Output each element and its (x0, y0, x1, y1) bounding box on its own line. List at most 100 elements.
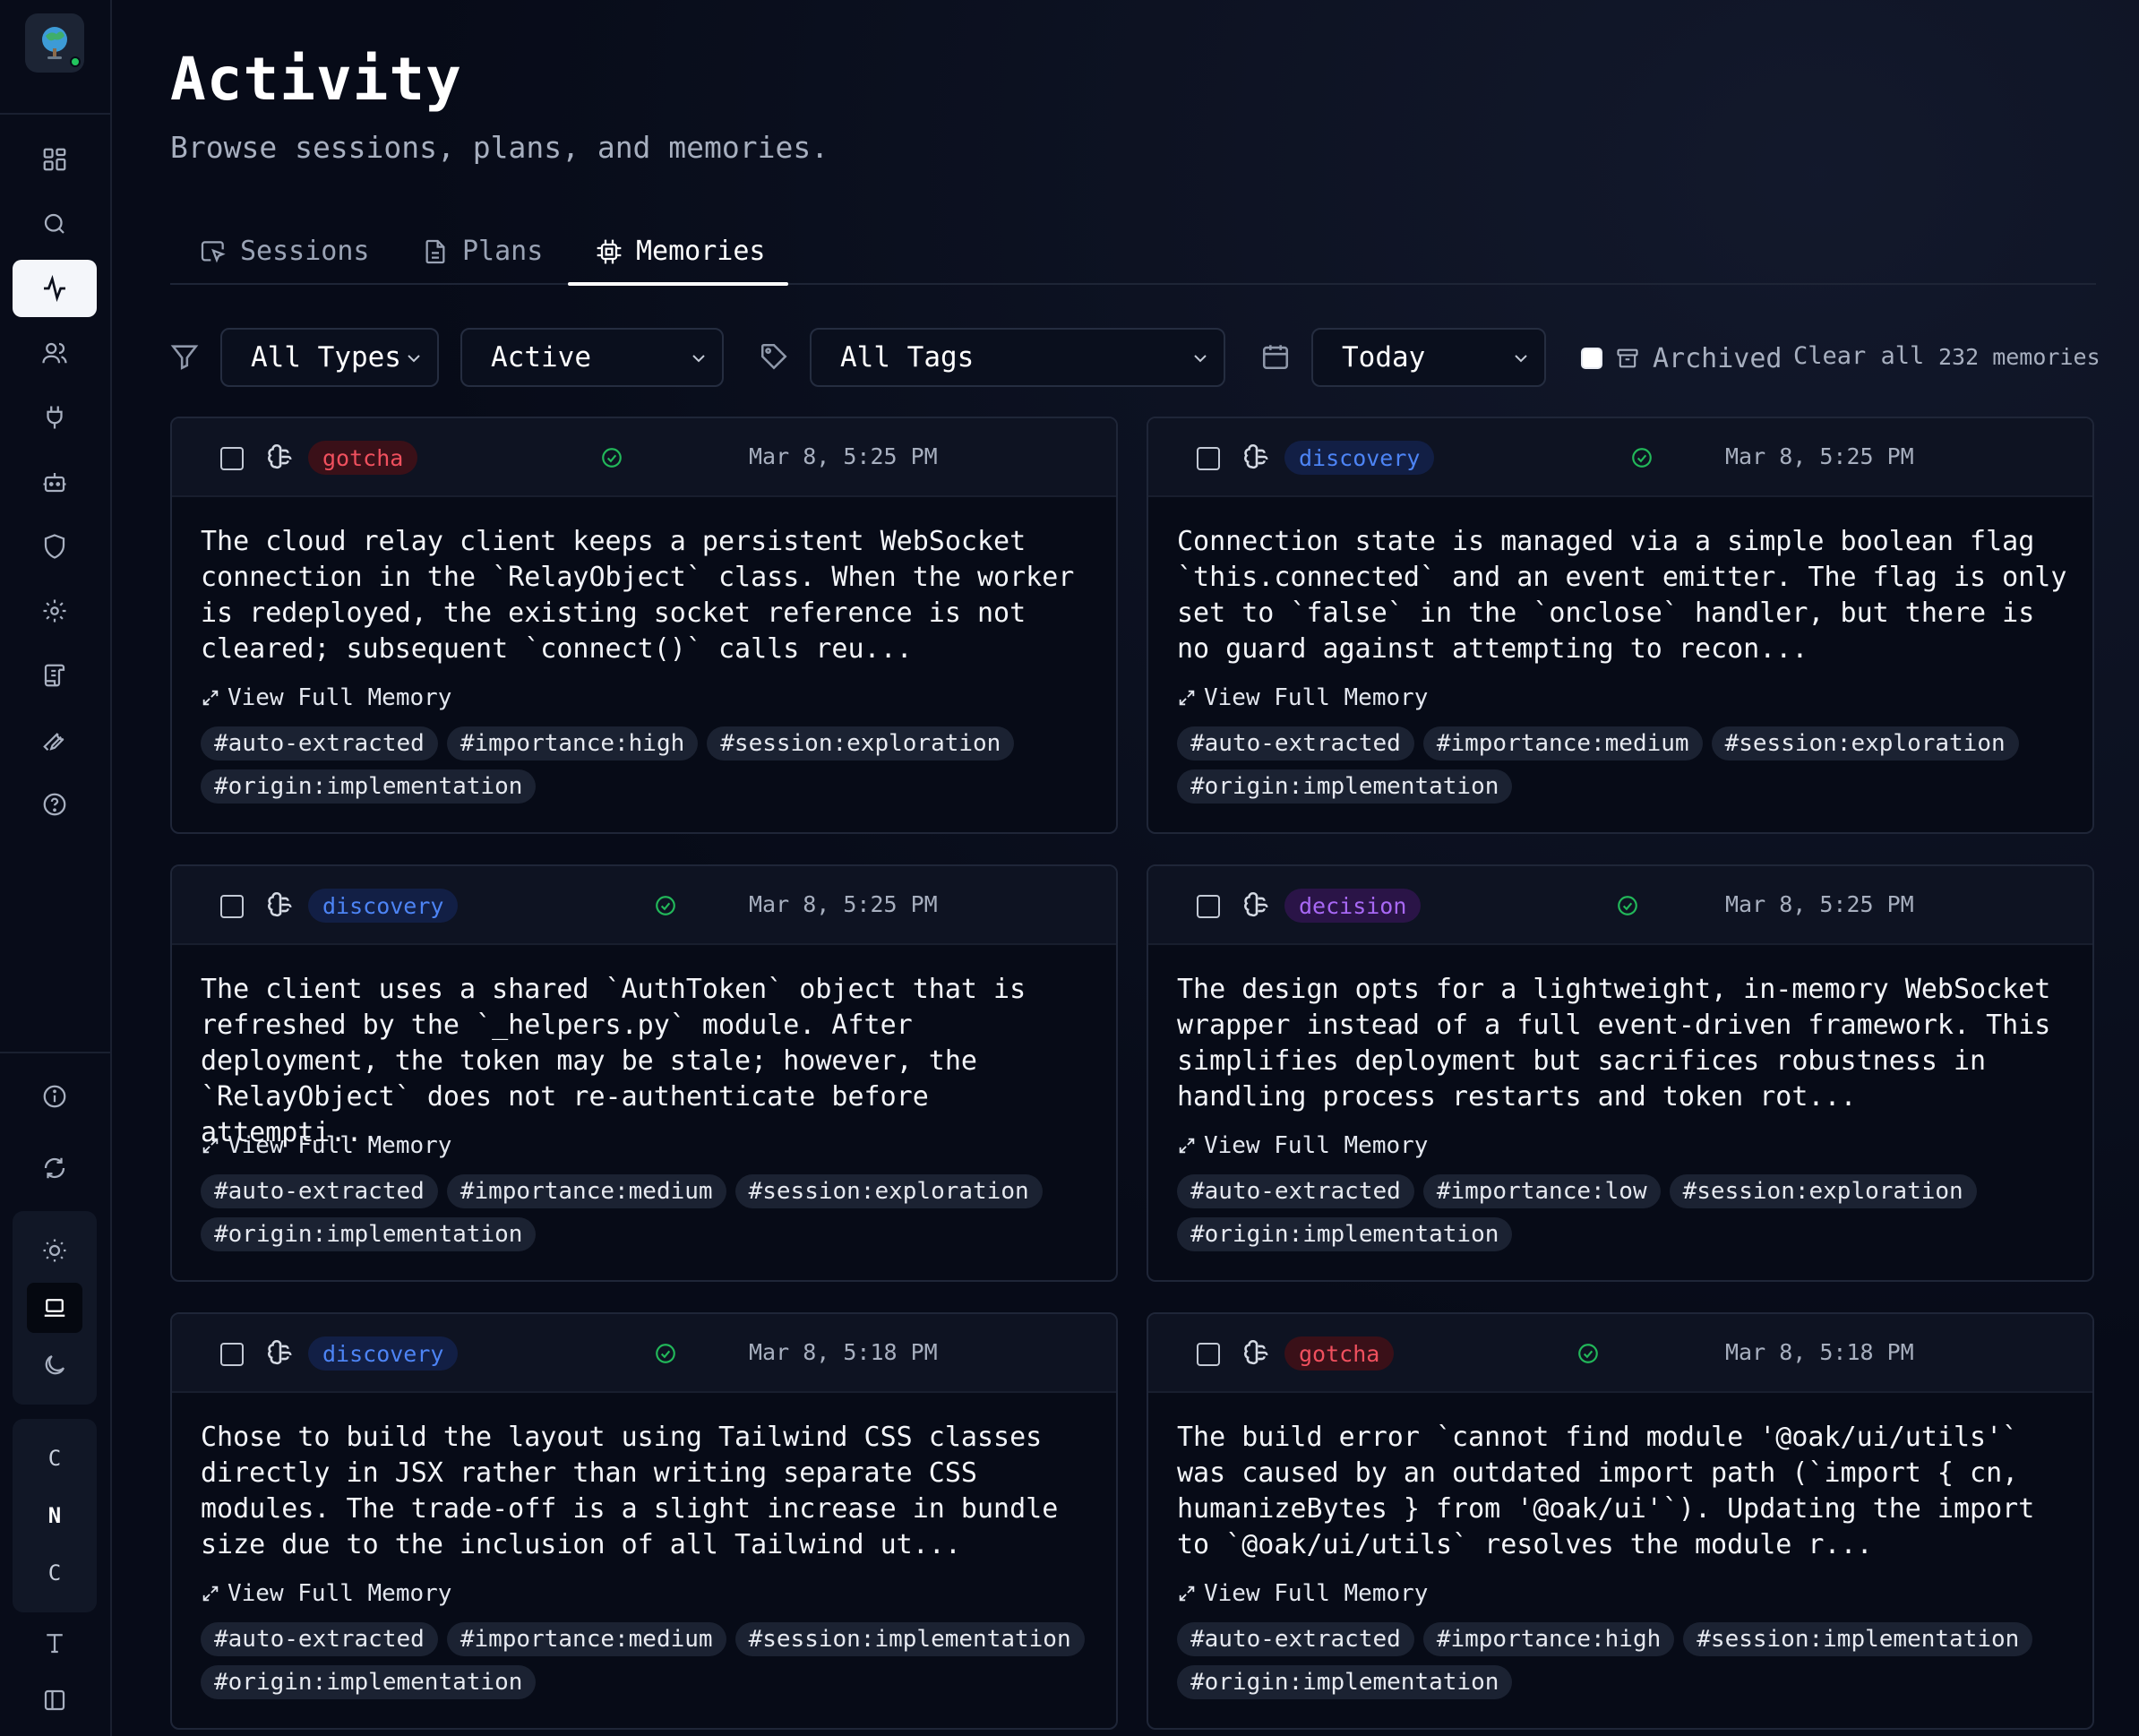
status-select[interactable]: Active (460, 328, 724, 387)
tab-sessions[interactable]: Sessions (199, 218, 370, 285)
archived-checkbox[interactable] (1581, 348, 1602, 369)
sidebar-item-info[interactable] (13, 1068, 97, 1125)
sidebar-item-logs[interactable] (13, 647, 97, 704)
select-checkbox[interactable] (1197, 1343, 1220, 1366)
font-option-2[interactable]: N (13, 1494, 97, 1537)
view-full-memory-link[interactable]: View Full Memory (201, 1580, 451, 1607)
tag-chip[interactable]: #session:exploration (734, 1174, 1043, 1208)
sidebar-item-settings[interactable] (13, 582, 97, 640)
memory-date: Mar 8, 5:25 PM (1725, 443, 1914, 469)
tag-chip[interactable]: #importance:low (1422, 1174, 1661, 1208)
memory-card[interactable]: discovery Mar 8, 5:18 PM Chose to build … (170, 1312, 1118, 1730)
globe-tree-icon (42, 27, 67, 59)
tag-chip[interactable]: #session:implementation (1683, 1622, 2033, 1656)
memory-date: Mar 8, 5:18 PM (749, 1339, 938, 1365)
tags-select[interactable]: All Tags (810, 328, 1225, 387)
sidebar-item-search[interactable] (13, 195, 97, 253)
date-select[interactable]: Today (1311, 328, 1546, 387)
archived-toggle[interactable]: Archived (1581, 340, 1782, 376)
sidebar-item-plugins[interactable] (13, 389, 97, 446)
select-checkbox[interactable] (1197, 447, 1220, 470)
tag-chip[interactable]: #session:exploration (1669, 1174, 1977, 1208)
memory-excerpt: The build error `cannot find module '@oa… (1177, 1422, 2035, 1560)
tag-chip[interactable]: #importance:medium (1422, 726, 1703, 761)
search-icon (44, 213, 64, 234)
tag-chip[interactable]: #importance:medium (446, 1174, 726, 1208)
tag-chip[interactable]: #importance:medium (446, 1622, 726, 1656)
expand-arrows-icon (202, 690, 219, 706)
help-circle-icon (43, 793, 66, 816)
select-checkbox[interactable] (1197, 895, 1220, 918)
sidebar-item-security[interactable] (13, 518, 97, 575)
view-full-memory-link[interactable]: View Full Memory (1177, 1132, 1428, 1159)
tag-chip[interactable]: #auto-extracted (1177, 726, 1414, 761)
memory-tags: #auto-extracted #importance:low #session:e… (1177, 1174, 2073, 1251)
app-logo[interactable] (25, 13, 84, 73)
sidebar-item-refresh[interactable] (13, 1139, 97, 1197)
gear-icon (43, 599, 66, 623)
memory-type-badge: discovery (308, 1336, 459, 1371)
brain-icon (268, 1339, 292, 1365)
filter-icon (168, 340, 201, 373)
font-option-3[interactable]: C (13, 1551, 97, 1594)
sidebar-item-agents[interactable] (13, 453, 97, 511)
tag-chip[interactable]: #session:implementation (734, 1622, 1085, 1656)
tag-chip[interactable]: #importance:high (1422, 1622, 1675, 1656)
dark-theme-button[interactable] (27, 1340, 82, 1390)
tab-memories[interactable]: Memories (595, 218, 766, 285)
toggle-sidebar-button[interactable] (13, 1672, 97, 1729)
chevron-down-icon (1515, 355, 1527, 363)
tag-chip[interactable]: #origin:implementation (1177, 1217, 1513, 1251)
cursor-window-icon (201, 240, 226, 262)
tag-chip[interactable]: #auto-extracted (201, 1174, 438, 1208)
memory-tags: #auto-extracted #importance:high #session:… (1177, 1622, 2073, 1699)
text-size-button[interactable] (13, 1614, 97, 1672)
tag-chip[interactable]: #auto-extracted (201, 726, 438, 761)
font-option-1[interactable]: C (13, 1437, 97, 1480)
tag-chip[interactable]: #auto-extracted (201, 1622, 438, 1656)
tag-chip[interactable]: #auto-extracted (1177, 1174, 1414, 1208)
memory-card[interactable]: gotcha Mar 8, 5:18 PM The build error `c… (1147, 1312, 2094, 1730)
tab-plans-label: Plans (462, 236, 544, 267)
memory-card[interactable]: gotcha Mar 8, 5:25 PM The cloud relay cl… (170, 417, 1118, 834)
select-checkbox[interactable] (220, 895, 244, 918)
memory-card[interactable]: decision Mar 8, 5:25 PM The design opts … (1147, 864, 2094, 1282)
memory-type-badge: discovery (308, 889, 459, 923)
brain-icon (1244, 443, 1268, 469)
system-theme-button[interactable] (27, 1283, 82, 1333)
plug-icon (47, 406, 63, 429)
sidebar-item-dashboard[interactable] (13, 131, 97, 188)
select-checkbox[interactable] (220, 1343, 244, 1366)
sidebar-item-help[interactable] (13, 776, 97, 833)
calendar-icon (1259, 340, 1292, 373)
tag-chip[interactable]: #origin:implementation (201, 1665, 537, 1699)
view-full-memory-link[interactable]: View Full Memory (201, 684, 451, 711)
view-full-memory-link[interactable]: View Full Memory (1177, 1580, 1428, 1607)
tag-chip[interactable]: #origin:implementation (1177, 1665, 1513, 1699)
tag-chip[interactable]: #origin:implementation (201, 769, 537, 804)
view-full-memory-link[interactable]: View Full Memory (1177, 684, 1428, 711)
brain-icon (268, 443, 292, 469)
tag-chip[interactable]: #importance:high (446, 726, 699, 761)
view-full-memory-link[interactable]: View Full Memory (201, 1132, 451, 1159)
select-checkbox[interactable] (220, 447, 244, 470)
expand-arrows-icon (202, 1586, 219, 1602)
light-theme-button[interactable] (27, 1225, 82, 1276)
memory-excerpt: The client uses a shared `AuthToken` obj… (201, 974, 1027, 1148)
sidebar-item-tools[interactable] (13, 711, 97, 769)
laptop-icon (44, 1299, 65, 1317)
clear-all-button[interactable]: Clear all (1793, 342, 1924, 370)
tag-chip[interactable]: #origin:implementation (1177, 769, 1513, 804)
memory-card[interactable]: discovery Mar 8, 5:25 PM Connection stat… (1147, 417, 2094, 834)
memory-tags: #auto-extracted #importance:medium #sessio… (201, 1622, 1096, 1699)
tag-chip[interactable]: #auto-extracted (1177, 1622, 1414, 1656)
tag-chip[interactable]: #origin:implementation (201, 1217, 537, 1251)
tag-chip[interactable]: #session:exploration (707, 726, 1015, 761)
tab-plans[interactable]: Plans (421, 218, 543, 285)
sidebar-item-team[interactable] (13, 324, 97, 382)
tag-chip[interactable]: #session:exploration (1711, 726, 2019, 761)
type-select[interactable]: All Types (220, 328, 439, 387)
memory-excerpt: Chose to build the layout using Tailwind… (201, 1422, 1059, 1560)
memory-card[interactable]: discovery Mar 8, 5:25 PM The client uses… (170, 864, 1118, 1282)
sidebar-item-activity[interactable] (13, 260, 97, 317)
